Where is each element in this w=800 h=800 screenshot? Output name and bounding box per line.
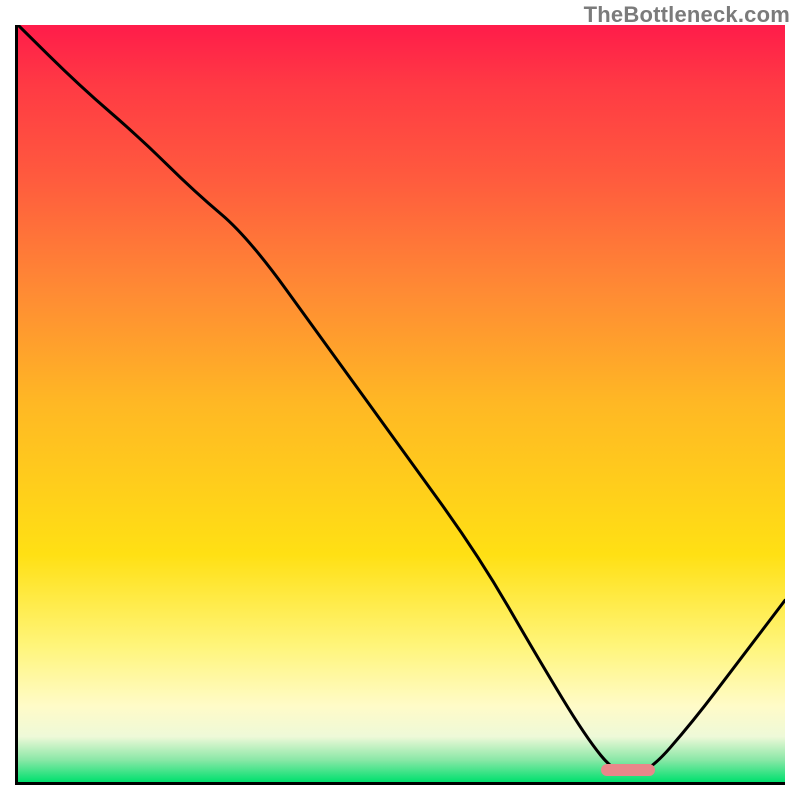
- optimal-range-marker: [601, 764, 655, 776]
- bottleneck-curve: [18, 25, 785, 774]
- curve-layer: [18, 25, 785, 782]
- bottleneck-chart: TheBottleneck.com: [0, 0, 800, 800]
- plot-area: [15, 25, 785, 785]
